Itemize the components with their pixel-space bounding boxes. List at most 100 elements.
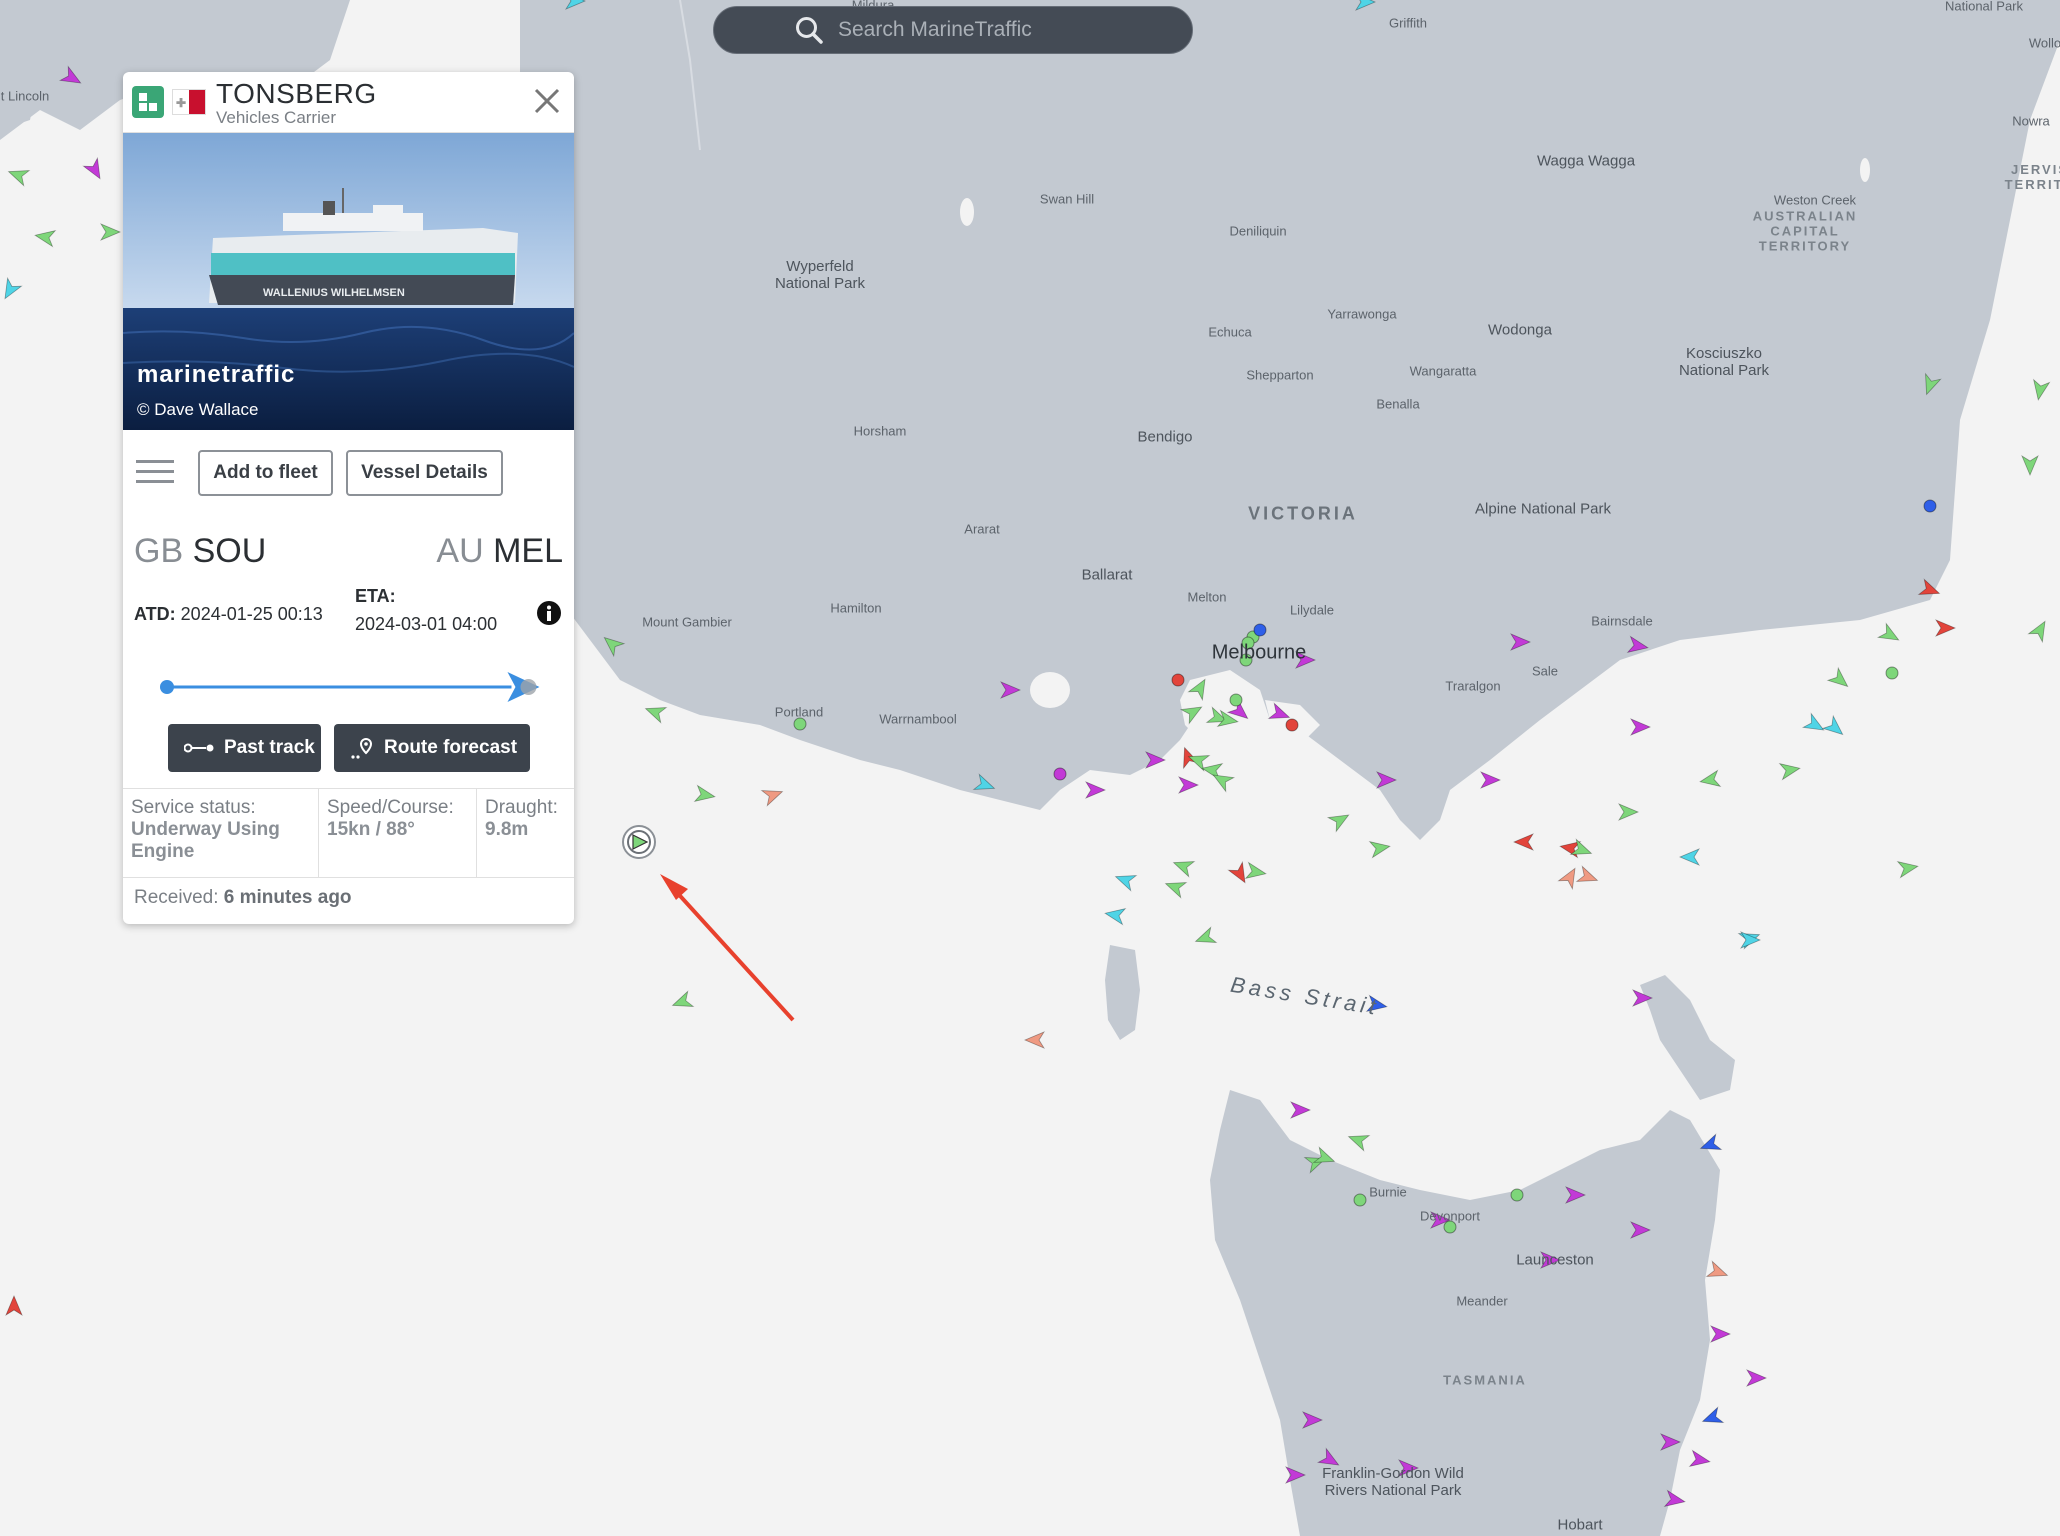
vessel-marker-stationary[interactable]: [1353, 1193, 1367, 1207]
atd: ATD: 2024-01-25 00:13: [134, 604, 323, 625]
vessel-header: ✚ TONSBERG Vehicles Carrier: [123, 72, 574, 133]
info-icon[interactable]: [536, 600, 562, 626]
place-label: Launceston: [1516, 1251, 1594, 1269]
vessel-marker-stationary[interactable]: [1285, 718, 1299, 732]
search-bar[interactable]: [713, 6, 1193, 54]
photo-credit: © Dave Wallace: [137, 400, 259, 419]
place-label: Wangaratta: [1409, 363, 1477, 379]
place-label: Nowra: [2012, 113, 2050, 129]
service-status-value: Underway Using Engine: [131, 819, 280, 862]
place-label: Mount Gambier: [642, 614, 732, 630]
place-label: Traralgon: [1445, 678, 1501, 694]
track-buttons: Past track Route forecast: [123, 724, 574, 784]
received-time: Received: 6 minutes ago: [134, 887, 352, 909]
malta-flag-icon: ✚: [172, 89, 206, 115]
place-label: Yarrawonga: [1327, 306, 1397, 322]
speed-course: Speed/Course: 15kn / 88°: [319, 789, 477, 877]
arrival-port-code: MEL: [493, 532, 563, 570]
past-track-button[interactable]: Past track: [168, 724, 321, 772]
route-forecast-button[interactable]: Route forecast: [334, 724, 530, 772]
route-forecast-icon: [351, 737, 373, 759]
place-label: Wollo: [2028, 35, 2060, 51]
vessel-marker-stationary[interactable]: [1510, 1188, 1524, 1202]
place-label: Sale: [1531, 663, 1559, 679]
arrival-port[interactable]: AU MEL: [436, 532, 563, 571]
place-label: Melton: [1187, 589, 1227, 605]
voyage-times: ATD: 2024-01-25 00:13 ETA: 2024-03-01 04…: [123, 586, 574, 656]
vessel-marker-stationary[interactable]: [1885, 666, 1899, 680]
vessel-progress-icon: [507, 672, 540, 702]
route-forecast-label: Route forecast: [384, 737, 518, 758]
service-status-label: Service status:: [131, 797, 256, 818]
menu-icon[interactable]: [136, 460, 174, 488]
place-label: Echuca: [1208, 324, 1252, 340]
photo-watermark: marinetraffic: [137, 361, 296, 388]
arrival-country: AU: [436, 532, 484, 570]
search-icon: [796, 17, 823, 44]
draught-label: Draught:: [485, 797, 558, 818]
atd-value: 2024-01-25 00:13: [180, 604, 323, 624]
place-label: TASMANIA: [1443, 1372, 1527, 1388]
place-label: Portland: [774, 704, 824, 720]
vessel-actions: Add to fleet Vessel Details: [123, 430, 574, 520]
place-label: Hamilton: [830, 600, 882, 616]
place-label: Griffith: [1388, 15, 1428, 31]
service-status: Service status: Underway Using Engine: [123, 789, 319, 877]
place-label: Melbourne: [1211, 641, 1307, 664]
vehicles-carrier-icon: [132, 86, 164, 118]
place-label: Warrnambool: [879, 711, 957, 727]
place-label: Franklin-Gordon Wild Rivers National Park: [1322, 1464, 1464, 1499]
draught-value: 9.8m: [485, 819, 529, 840]
place-label: Shepparton: [1246, 367, 1314, 383]
vessel-marker-stationary[interactable]: [1053, 767, 1067, 781]
place-label: Meander: [1456, 1293, 1508, 1309]
place-label: Lilydale: [1289, 602, 1335, 618]
selected-vessel-marker[interactable]: [621, 824, 657, 860]
place-label: Swan Hill: [1039, 191, 1095, 207]
vessel-stats: Service status: Underway Using Engine Sp…: [123, 788, 574, 878]
add-to-fleet-button[interactable]: Add to fleet: [198, 450, 333, 496]
place-label: JERVISTERRITO: [2004, 162, 2060, 192]
draught: Draught: 9.8m: [477, 789, 574, 877]
search-input[interactable]: [836, 17, 1140, 43]
place-label: AUSTRALIAN CAPITAL TERRITORY: [1752, 208, 1858, 254]
voyage-progress: [123, 656, 574, 724]
vessel-marker-stationary[interactable]: [1253, 623, 1267, 637]
place-label: Devonport: [1420, 1208, 1480, 1224]
close-icon[interactable]: [528, 82, 566, 120]
place-label: Wagga Wagga: [1536, 152, 1636, 170]
place-label: t Lincoln: [0, 88, 50, 104]
vessel-marker-stationary[interactable]: [1923, 499, 1937, 513]
place-label: Weston Creek: [1773, 192, 1857, 208]
place-label: Ararat: [964, 521, 1000, 537]
place-label: Burnie: [1369, 1184, 1407, 1200]
place-label: Hobart: [1557, 1516, 1603, 1534]
place-label: Ballarat: [1081, 566, 1133, 584]
place-label: Benalla: [1376, 396, 1420, 412]
past-track-icon: [184, 743, 214, 753]
place-label: Alpine National Park: [1475, 500, 1611, 518]
place-label: Bairnsdale: [1591, 613, 1653, 629]
place-label: VICTORIA: [1248, 503, 1358, 524]
place-label: Horsham: [853, 423, 907, 439]
vessel-photo[interactable]: WALLENIUS WILHELMSEN marinetraffic © Dav…: [123, 133, 574, 430]
eta-label: ETA:: [355, 586, 396, 606]
place-label: Kosciuszko National Park: [1678, 344, 1770, 379]
vessel-name: TONSBERG: [216, 78, 377, 109]
departure-country: GB: [134, 532, 184, 570]
vessel-marker-stationary[interactable]: [1171, 673, 1185, 687]
place-label: National Park: [1944, 0, 2024, 14]
voyage-ports: GB SOU AU MEL: [123, 520, 574, 586]
place-label: Bendigo: [1137, 428, 1193, 446]
received-value: 6 minutes ago: [223, 887, 352, 908]
place-label: Deniliquin: [1229, 223, 1287, 239]
departure-port-code: SOU: [192, 532, 267, 570]
place-label: Wyperfeld National Park: [774, 257, 866, 292]
place-label: Wodonga: [1488, 321, 1552, 339]
vessel-marker-stationary[interactable]: [1229, 693, 1243, 707]
departure-port[interactable]: GB SOU: [134, 532, 266, 571]
atd-label: ATD:: [134, 604, 176, 624]
speed-course-value: 15kn / 88°: [327, 819, 415, 840]
vessel-details-button[interactable]: Vessel Details: [346, 450, 503, 496]
hull-text: WALLENIUS WILHELMSEN: [263, 287, 405, 299]
